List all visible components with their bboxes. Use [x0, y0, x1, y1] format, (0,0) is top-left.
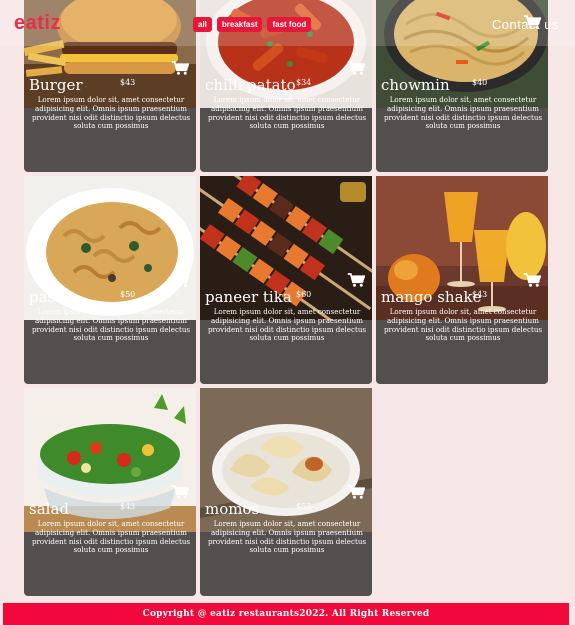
item-name: salad [29, 500, 69, 518]
filter-bar: all breakfast fast food [193, 17, 312, 32]
item-name: Burger [29, 76, 83, 94]
shopping-cart-icon[interactable] [347, 60, 365, 76]
item-price: $43 [120, 78, 136, 87]
item-name: mango shake [381, 288, 482, 306]
contact-link[interactable]: Contact us [492, 17, 559, 32]
navbar: eatiz all breakfast fast food Contact us [0, 0, 575, 46]
shopping-cart-icon[interactable] [347, 484, 365, 500]
item-name: paneer tika [205, 288, 292, 306]
item-description: Lorem ipsum dolor sit, amet consectetur … [383, 307, 543, 343]
shopping-cart-icon[interactable] [171, 484, 189, 500]
shopping-cart-icon[interactable] [171, 60, 189, 76]
menu-card[interactable]: salad $43 Lorem ipsum dolor sit, amet co… [24, 388, 196, 596]
footer: Copyright @ eatiz restaurants2022. All R… [3, 603, 569, 625]
item-price: $60 [296, 290, 312, 299]
item-name: pasta [29, 288, 71, 306]
item-description: Lorem ipsum dolor sit, amet consectetur … [207, 519, 367, 555]
item-description: Lorem ipsum dolor sit, amet consectetur … [31, 519, 191, 555]
item-price: $53 [296, 502, 312, 511]
item-description: Lorem ipsum dolor sit, amet consectetur … [383, 95, 543, 131]
item-price: $40 [472, 78, 488, 87]
filter-breakfast-button[interactable]: breakfast [216, 17, 263, 32]
item-name: chowmin [381, 76, 450, 94]
menu-card[interactable]: momos $53 Lorem ipsum dolor sit, amet co… [200, 388, 372, 596]
shopping-cart-icon[interactable] [171, 272, 189, 288]
filter-all-button[interactable]: all [193, 17, 212, 32]
filter-fast-food-button[interactable]: fast food [267, 17, 312, 32]
menu-card[interactable]: mango shake $43 Lorem ipsum dolor sit, a… [376, 176, 548, 384]
menu-card[interactable]: paneer tika $60 Lorem ipsum dolor sit, a… [200, 176, 372, 384]
logo[interactable]: eatiz [14, 12, 61, 35]
item-description: Lorem ipsum dolor sit, amet consectetur … [207, 307, 367, 343]
item-price: $43 [120, 502, 136, 511]
item-description: Lorem ipsum dolor sit, amet consectetur … [207, 95, 367, 131]
item-name: momos [205, 500, 260, 518]
item-price: $34 [296, 78, 312, 87]
item-price: $50 [120, 290, 136, 299]
item-description: Lorem ipsum dolor sit, amet consectetur … [31, 95, 191, 131]
item-price: $43 [472, 290, 488, 299]
shopping-cart-icon[interactable] [523, 272, 541, 288]
shopping-cart-icon[interactable] [347, 272, 365, 288]
item-name: chilli patato [205, 76, 296, 94]
menu-card[interactable]: pasta $50 Lorem ipsum dolor sit, amet co… [24, 176, 196, 384]
item-description: Lorem ipsum dolor sit, amet consectetur … [31, 307, 191, 343]
